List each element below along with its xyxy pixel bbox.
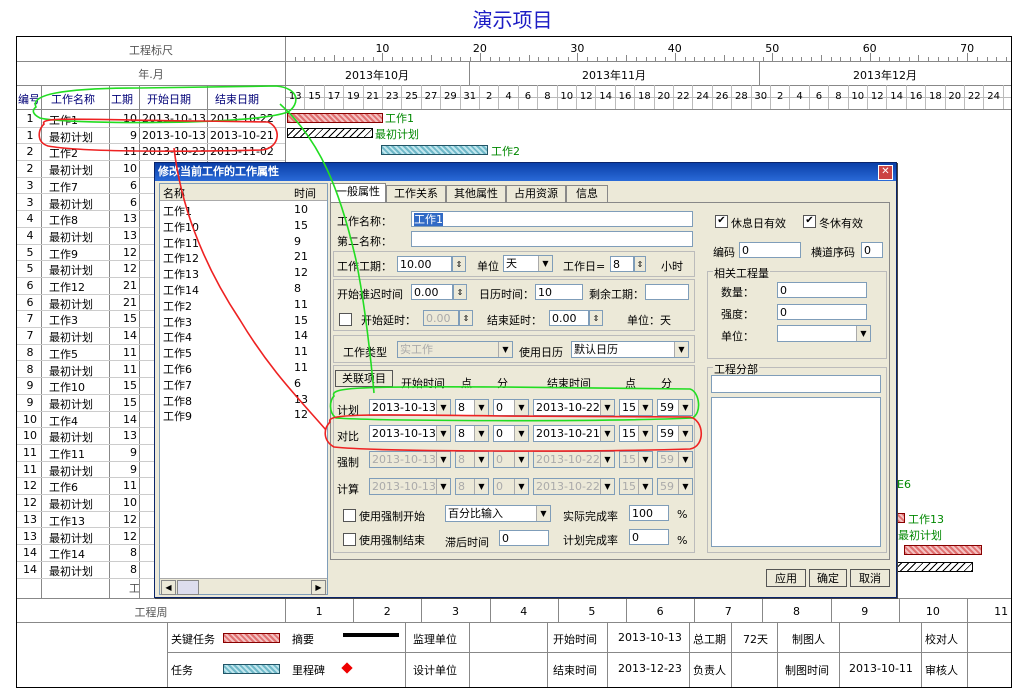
red-annotation-line — [173, 147, 327, 431]
annotation-overlay — [32, 85, 703, 452]
green-annotation-loop — [32, 85, 297, 124]
green-annotation-line — [279, 103, 375, 394]
red-annotation-loop — [38, 118, 278, 152]
